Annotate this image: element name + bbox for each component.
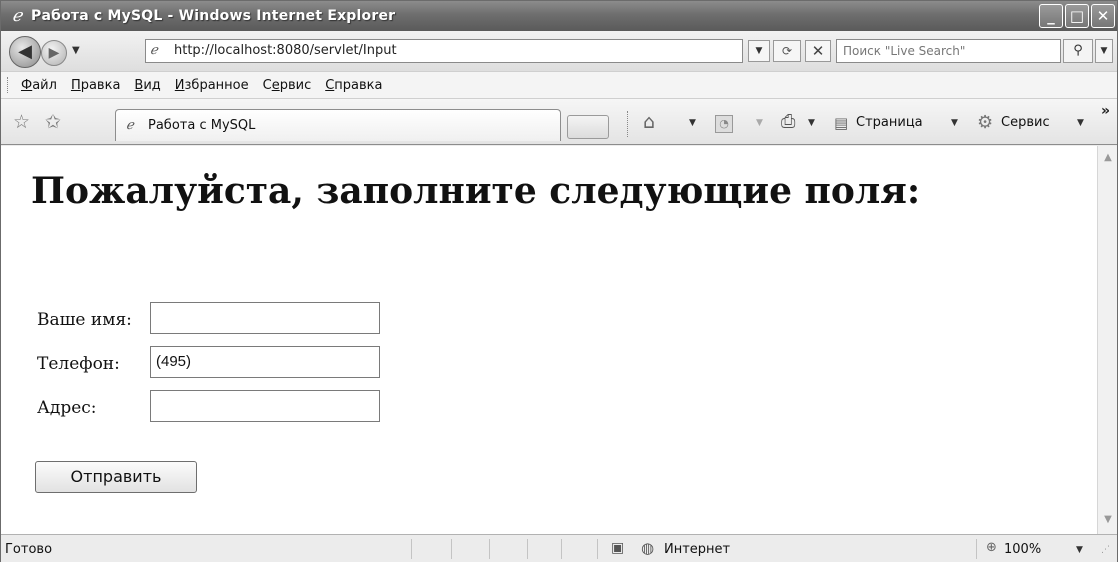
toolbar-grip[interactable] (7, 77, 11, 93)
status-divider (489, 539, 490, 559)
close-icon: ✕ (811, 42, 825, 60)
toolbar-overflow-button[interactable]: » (1101, 103, 1110, 119)
address-toolbar: ◀ ▶ ▼ ℯ http://localhost:8080/servlet/In… (1, 31, 1117, 71)
menu-help[interactable]: Справка (325, 78, 382, 93)
refresh-button[interactable]: ⟳ (773, 40, 801, 62)
back-button[interactable]: ◀ (9, 36, 41, 68)
status-divider (597, 539, 598, 559)
menu-tools[interactable]: Сервис (263, 78, 312, 93)
tab-command-bar: ☆ ✩ ℯ Работа с MySQL ⌂ ▼ ◔ ▼ ⎙ ▼ ▤ Стран… (1, 99, 1117, 145)
menu-edit[interactable]: Правка (71, 78, 120, 93)
close-button[interactable]: ✕ (1091, 4, 1115, 28)
new-tab-button[interactable] (567, 115, 609, 139)
menu-view[interactable]: Вид (134, 78, 160, 93)
menu-favorites[interactable]: Избранное (175, 78, 249, 93)
page-menu-button[interactable]: Страница (856, 115, 923, 130)
search-placeholder: Поиск "Live Search" (843, 44, 966, 58)
resize-grip[interactable]: ⋰ (1101, 545, 1110, 555)
page-menu-icon: ▤ (834, 114, 849, 132)
phone-field[interactable]: (495) (150, 346, 380, 378)
rss-feed-icon: ◔ (719, 117, 729, 130)
submit-button[interactable]: Отправить (35, 461, 197, 493)
tools-dropdown-button[interactable]: ▼ (1077, 118, 1084, 128)
favorites-center-button[interactable]: ☆ (13, 111, 30, 133)
address-dropdown-button[interactable]: ▼ (748, 40, 770, 62)
status-bar: Готово ▣ ◍ Интернет ⊕ 100% ▼ ⋰ (1, 534, 1117, 562)
print-dropdown-button[interactable]: ▼ (808, 118, 815, 128)
home-button[interactable]: ⌂ (643, 111, 655, 133)
menu-bar: Файл Правка Вид Избранное Сервис Справка (1, 71, 1117, 99)
window-title: Работа с MySQL - Windows Internet Explor… (31, 8, 396, 24)
status-divider (976, 539, 977, 559)
vertical-scrollbar[interactable]: ▲ ▼ (1097, 146, 1117, 534)
printer-icon: ⎙ (781, 111, 796, 132)
protected-mode-icon[interactable]: ▣ (611, 540, 624, 556)
home-icon: ⌂ (643, 111, 656, 133)
home-dropdown-button[interactable]: ▼ (689, 118, 696, 128)
search-icon: ⚲ (1073, 43, 1083, 58)
browser-window: ℯ Работа с MySQL - Windows Internet Expl… (0, 0, 1118, 562)
arrow-right-icon: ▶ (48, 45, 60, 61)
tab-label: Работа с MySQL (148, 118, 256, 133)
window-controls: _ □ ✕ (1039, 4, 1115, 28)
address-field[interactable]: ℯ http://localhost:8080/servlet/Input (145, 39, 743, 63)
feeds-dropdown-button[interactable]: ▼ (756, 118, 763, 128)
arrow-left-icon: ◀ (18, 41, 32, 62)
scroll-up-button[interactable]: ▲ (1100, 152, 1116, 166)
minimize-button[interactable]: _ (1039, 4, 1063, 28)
tab-active[interactable]: ℯ Работа с MySQL (115, 109, 561, 141)
phone-label: Телефон: (37, 354, 120, 374)
page-icon: ℯ (150, 43, 158, 58)
page-content: Пожалуйста, заполните следующие поля: Ва… (1, 146, 1097, 534)
globe-icon: ◍ (641, 539, 655, 557)
zoom-level-button[interactable]: 100% (1004, 542, 1041, 557)
search-input[interactable]: Поиск "Live Search" (836, 39, 1061, 63)
page-icon: ℯ (126, 118, 134, 133)
address-input[interactable] (150, 390, 380, 422)
status-text: Готово (5, 542, 53, 557)
search-button[interactable]: ⚲ (1063, 39, 1093, 63)
star-icon: ☆ (13, 111, 31, 133)
security-zone-label[interactable]: Интернет (664, 542, 730, 557)
status-divider (451, 539, 452, 559)
menu-file[interactable]: Файл (21, 78, 57, 93)
gear-icon: ⚙ (977, 112, 994, 133)
address-text[interactable]: http://localhost:8080/servlet/Input (174, 43, 397, 58)
ie-logo-icon: ℯ (11, 6, 23, 26)
name-field[interactable] (150, 302, 380, 334)
page-heading: Пожалуйста, заполните следующие поля: (31, 170, 921, 212)
search-options-button[interactable]: ▼ (1095, 39, 1113, 63)
star-add-icon: ✩ (45, 111, 61, 133)
stop-button[interactable]: ✕ (805, 40, 831, 62)
page-dropdown-button[interactable]: ▼ (951, 118, 958, 128)
toolbar-separator (627, 111, 628, 137)
address-label: Адрес: (37, 398, 97, 418)
print-button[interactable]: ⎙ (781, 111, 795, 132)
name-label: Ваше имя: (37, 310, 132, 330)
add-favorites-button[interactable]: ✩ (45, 111, 61, 133)
zoom-dropdown-button[interactable]: ▼ (1076, 545, 1083, 555)
refresh-icon: ⟳ (781, 44, 793, 58)
zoom-icon: ⊕ (986, 540, 997, 555)
status-divider (527, 539, 528, 559)
history-dropdown-button[interactable]: ▼ (72, 45, 80, 56)
status-divider (411, 539, 412, 559)
maximize-button[interactable]: □ (1065, 4, 1089, 28)
title-bar: ℯ Работа с MySQL - Windows Internet Expl… (1, 1, 1117, 31)
forward-button[interactable]: ▶ (41, 40, 67, 66)
status-divider (561, 539, 562, 559)
scroll-down-button[interactable]: ▼ (1100, 514, 1116, 528)
tools-menu-button[interactable]: Сервис (1001, 115, 1050, 130)
feeds-button[interactable]: ◔ (715, 115, 733, 133)
